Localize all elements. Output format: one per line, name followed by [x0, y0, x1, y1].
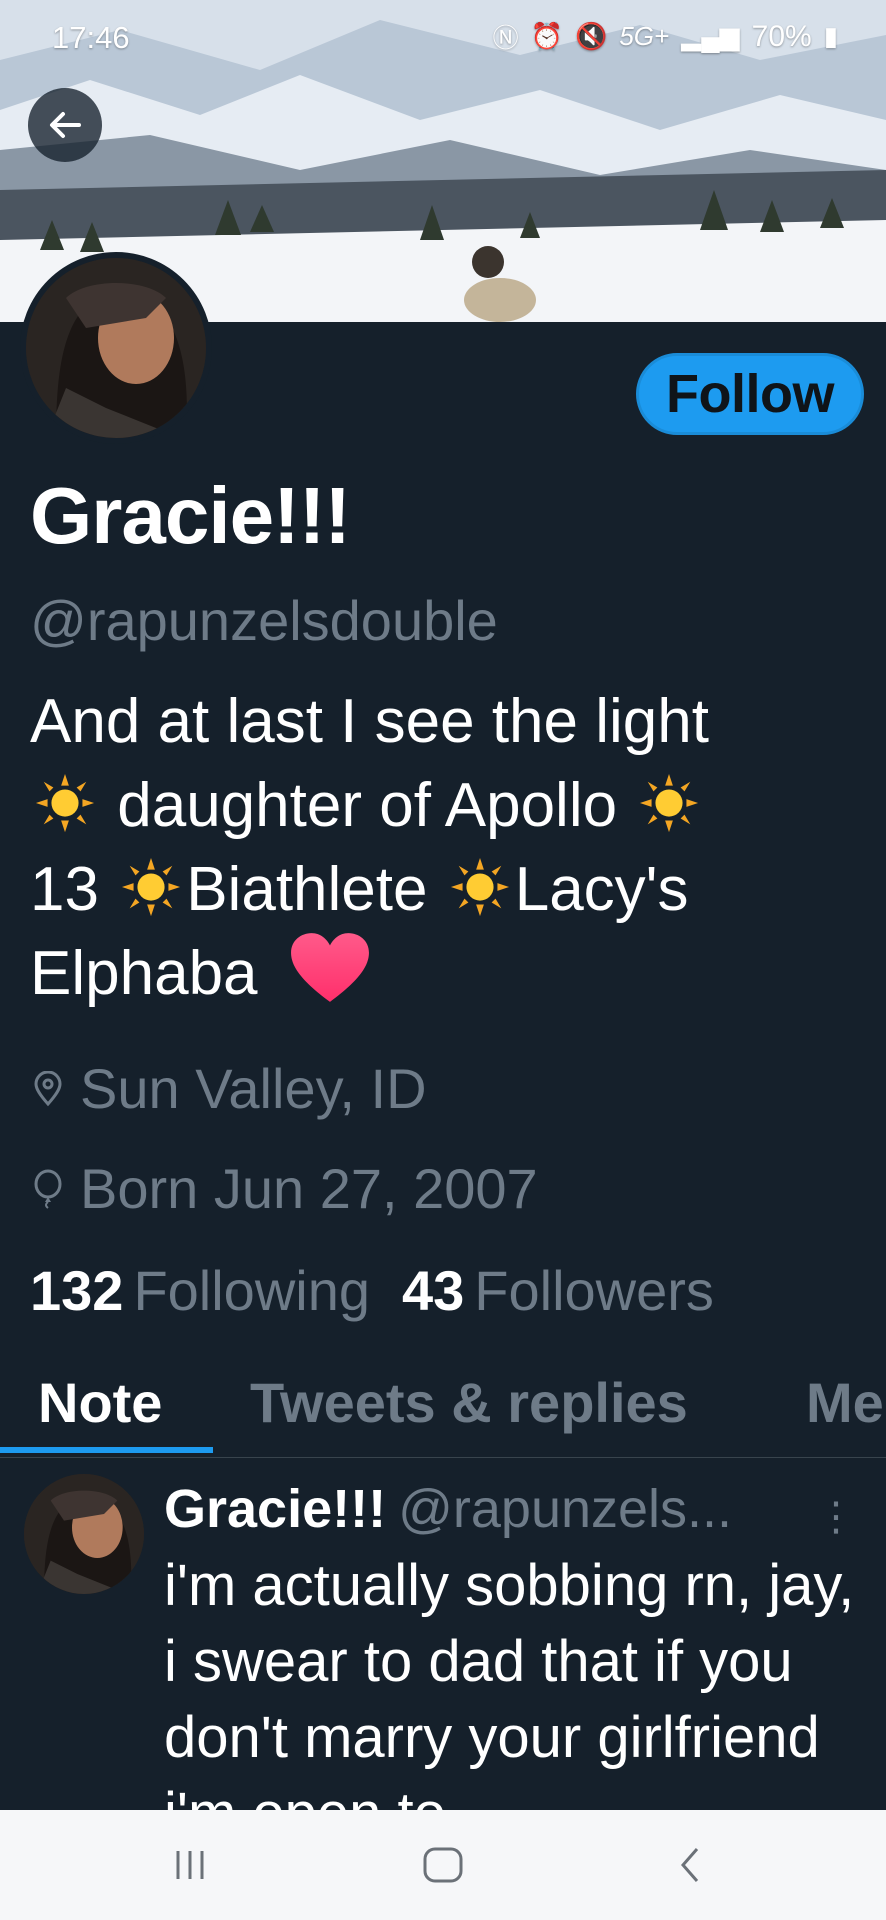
sun-emoji-icon	[450, 857, 509, 917]
tab-tweets-replies[interactable]: Tweets & replies	[250, 1370, 688, 1435]
tweet-header: Gracie!!! @rapunzels...	[164, 1478, 732, 1540]
recent-apps-button[interactable]	[160, 1840, 220, 1890]
followers-link[interactable]: 43 Followers	[402, 1258, 714, 1323]
profile-location: Sun Valley, ID	[30, 1056, 427, 1121]
status-icons: Ⓝ ⏰ 🔇 5G+ ▂▄▆ 70% ▮	[493, 18, 838, 55]
tab-media[interactable]: Me	[806, 1370, 884, 1435]
home-button[interactable]	[413, 1840, 473, 1890]
follow-button[interactable]: Follow	[636, 353, 864, 435]
mute-icon: 🔇	[574, 21, 608, 51]
back-button[interactable]	[28, 88, 102, 162]
sun-emoji-icon	[122, 857, 181, 917]
recent-apps-icon	[176, 1851, 204, 1879]
alarm-icon: ⏰	[530, 21, 563, 51]
network-label: 5G+	[619, 21, 670, 51]
system-nav-bar	[0, 1810, 886, 1920]
home-icon	[423, 1847, 463, 1883]
bio-part-3a: 13	[30, 855, 99, 924]
bio-part-3c: Lacy's	[514, 855, 689, 924]
tweet-item[interactable]: Gracie!!! @rapunzels... ⋮ i'm actually so…	[0, 1460, 886, 1810]
avatar-image	[24, 1474, 144, 1594]
tweet-author-handle: @rapunzels...	[398, 1479, 733, 1539]
following-count: 132	[30, 1259, 124, 1322]
status-time: 17:46	[52, 20, 130, 55]
sun-emoji-icon	[35, 773, 95, 833]
avatar-image	[26, 258, 206, 438]
tweet-author-name: Gracie!!!	[164, 1479, 387, 1539]
system-back-button[interactable]	[660, 1840, 720, 1890]
status-bar: 17:46 Ⓝ ⏰ 🔇 5G+ ▂▄▆ 70% ▮	[0, 0, 886, 70]
profile-bio: And at last I see the light daughter of …	[30, 680, 860, 1016]
balloon-icon	[34, 1169, 62, 1209]
profile-tabs: Note Tweets & replies Me	[0, 1358, 886, 1458]
chevron-left-icon	[681, 1848, 699, 1882]
profile-avatar[interactable]	[20, 252, 212, 444]
following-link[interactable]: 132 Following	[30, 1258, 370, 1323]
followers-count: 43	[402, 1259, 465, 1322]
sun-emoji-icon	[640, 773, 699, 833]
tweet-avatar[interactable]	[24, 1474, 144, 1594]
tab-note[interactable]: Note	[38, 1370, 162, 1435]
bio-line-1: And at last I see the light	[30, 687, 709, 756]
battery-label: 70%	[751, 19, 812, 53]
bio-part-2: daughter of Apollo	[117, 771, 618, 840]
profile-stats: 132 Following 43 Followers	[30, 1258, 714, 1323]
nfc-icon: Ⓝ	[492, 23, 519, 53]
profile-handle: @rapunzelsdouble	[30, 589, 498, 652]
tweet-text: i'm actually sobbing rn, jay, i swear to…	[164, 1553, 855, 1810]
bio-part-4: Elphaba	[30, 939, 258, 1008]
location-text: Sun Valley, ID	[80, 1057, 427, 1120]
location-pin-icon	[34, 1070, 62, 1106]
profile-birthday: Born Jun 27, 2007	[30, 1156, 538, 1221]
birthday-text: Born Jun 27, 2007	[80, 1157, 538, 1220]
following-label: Following	[133, 1259, 370, 1322]
followers-label: Followers	[474, 1259, 714, 1322]
more-options-icon[interactable]: ⋮	[816, 1494, 856, 1540]
heart-emoji-icon	[290, 933, 369, 1002]
display-name: Gracie!!!	[30, 471, 351, 560]
signal-icon: ▂▄▆	[681, 21, 740, 51]
active-tab-indicator	[0, 1447, 213, 1453]
bio-part-3b: Biathlete	[186, 855, 428, 924]
arrow-left-icon	[50, 112, 81, 138]
battery-icon: ▮	[823, 21, 838, 51]
